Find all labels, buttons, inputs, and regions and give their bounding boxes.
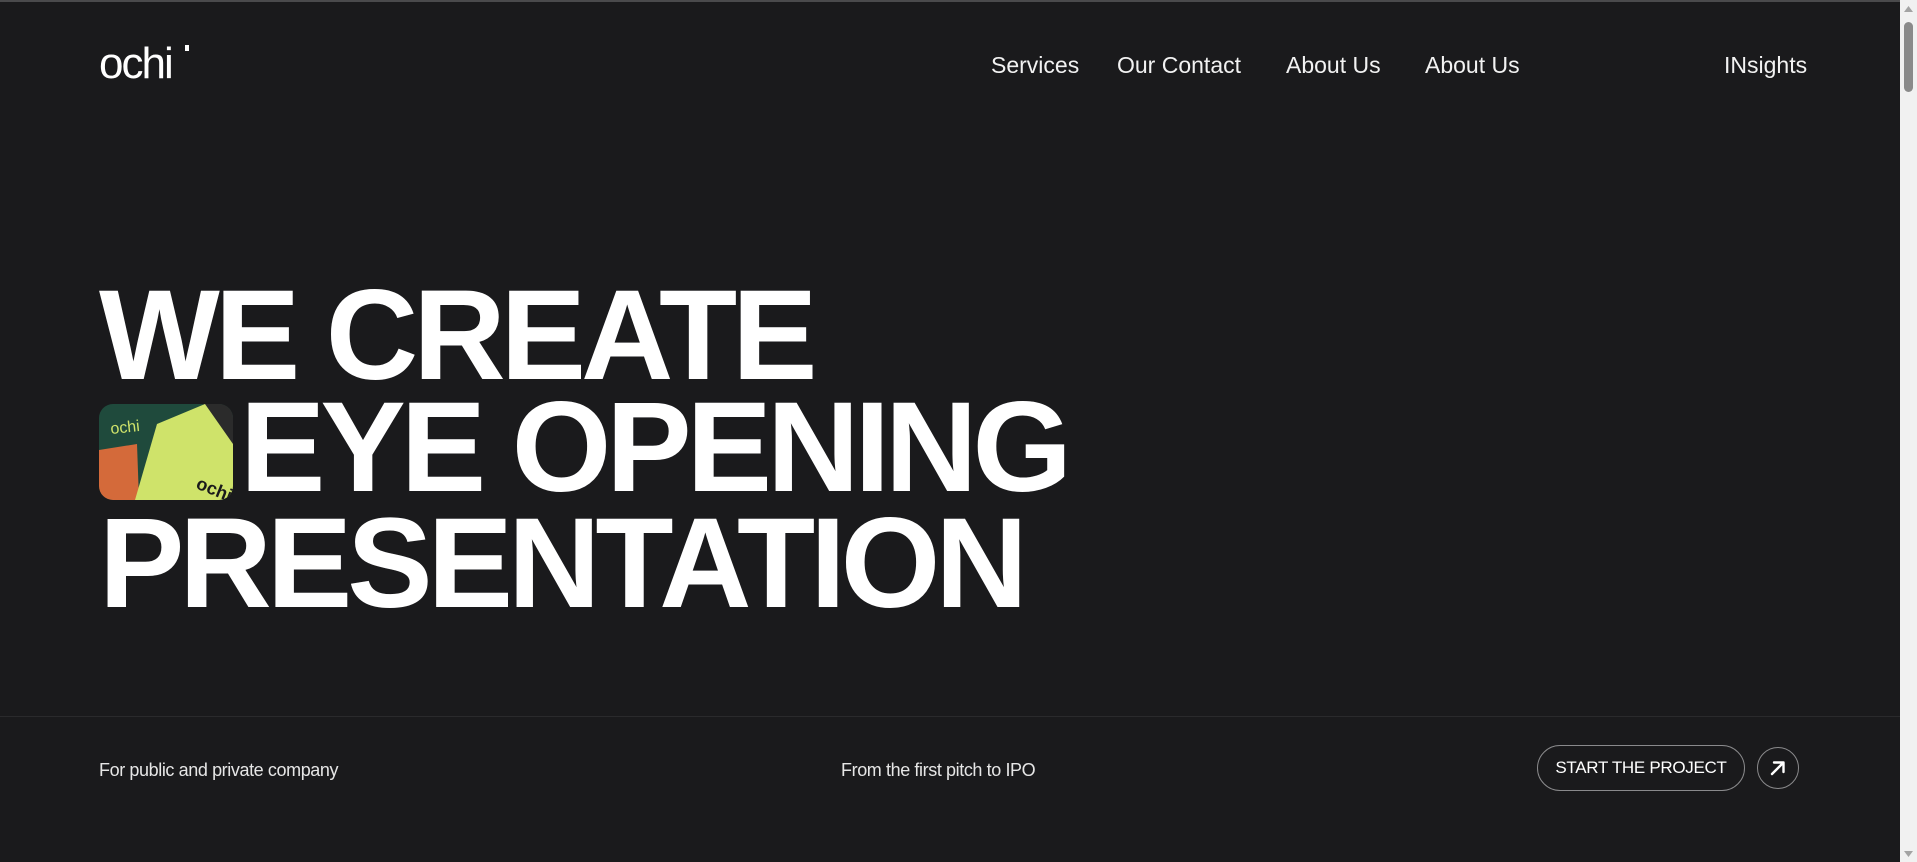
scrollbar-thumb[interactable] [1904,22,1913,92]
triangle-up-icon [1904,5,1913,12]
scroll-up-button[interactable] [1900,0,1917,17]
hero-thumbnail: ochi ochi [99,404,233,500]
nav-about-us-2[interactable]: About Us [1425,51,1520,79]
thumb-logo-top: ochi [110,418,141,438]
ochi-logo[interactable]: ochi [99,40,191,82]
nav-about-us[interactable]: About Us [1286,51,1381,79]
hero-line-3: PRESENTATION [99,492,1028,635]
logo-dot [185,45,189,51]
hero-divider [0,716,1900,717]
logo-wordmark: ochi [99,40,172,82]
scroll-down-button[interactable] [1900,845,1917,862]
page: ochi Services Our Contact About Us About… [0,2,1900,862]
nav-our-contact[interactable]: Our Contact [1117,51,1241,79]
start-project-label: START THE PROJECT [1555,758,1727,777]
tagline-center: From the first pitch to IPO [841,760,1036,780]
hero-thumbnail-art: ochi ochi [99,404,233,500]
tagline-left: For public and private company [99,760,339,780]
start-project-button[interactable]: START THE PROJECT [1537,745,1745,791]
nav-services[interactable]: Services [991,51,1079,79]
start-project-arrow-button[interactable] [1757,747,1799,789]
hero-line-2: EYE OPENING [240,376,1072,519]
triangle-down-icon [1904,850,1913,857]
page-scrollbar[interactable] [1900,0,1917,862]
arrow-up-right-icon [1770,761,1785,776]
nav-insights[interactable]: INsights [1724,51,1807,79]
